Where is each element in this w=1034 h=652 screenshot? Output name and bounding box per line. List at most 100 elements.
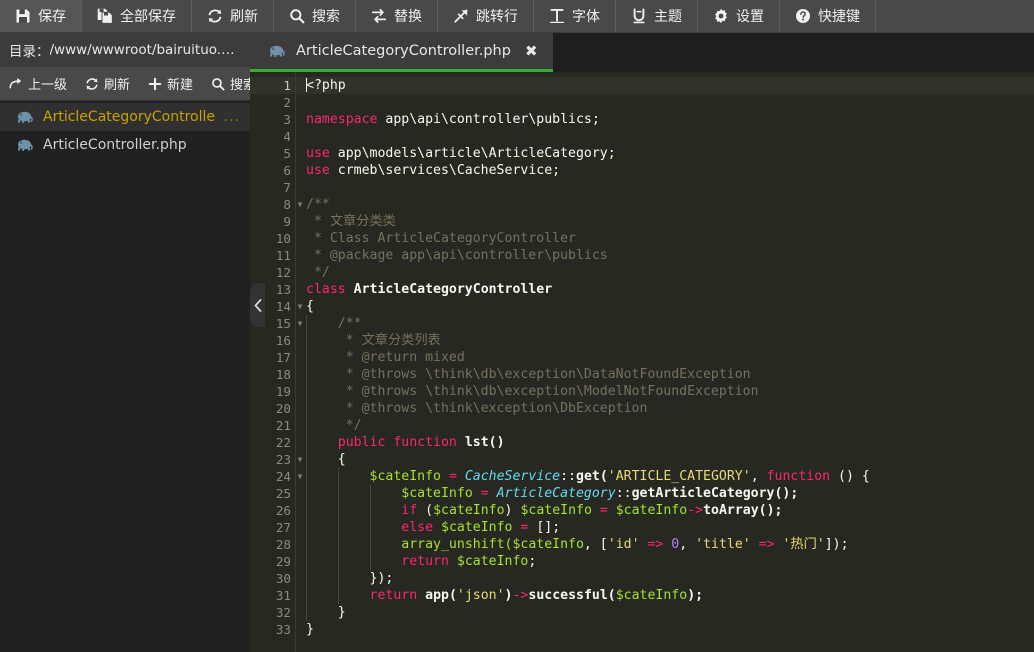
line-number: 17 — [275, 350, 291, 365]
file-more-menu[interactable]: ... — [216, 109, 240, 125]
php-elephant-icon — [16, 109, 34, 125]
code-token: ; — [528, 554, 537, 569]
toolbar-button-9[interactable]: 设置 — [698, 0, 780, 32]
code-token: :: — [615, 486, 632, 501]
code-token: public function — [337, 435, 457, 450]
code-line: <?php — [296, 77, 1034, 94]
toolbar-button-label: 快捷键 — [818, 9, 860, 25]
line-number: 19 — [275, 384, 291, 399]
code-line: $cateInfo = ArticleCategory::getArticleC… — [306, 485, 1034, 502]
code-token: ) — [504, 503, 521, 518]
toolbar-button-label: 刷新 — [230, 9, 258, 25]
toolbar-button-10[interactable]: 快捷键 — [780, 0, 876, 32]
sidebar-action-label: 刷新 — [104, 78, 131, 93]
line-number: 18 — [275, 367, 291, 382]
sidebar-collapse-handle[interactable] — [250, 283, 265, 327]
code-token: * @return mixed — [337, 350, 465, 365]
sidebar-action-label: 新建 — [167, 78, 194, 93]
code-token: => — [639, 537, 672, 552]
refresh-icon — [85, 77, 99, 91]
editor-tabbar: ArticleCategoryController.php ✖ — [250, 33, 1034, 72]
code-token: = — [441, 469, 465, 484]
code-token: $cateInfo — [441, 520, 513, 535]
code-token: * 文章分类列表 — [337, 333, 441, 348]
main-toolbar: 保存 全部保存 刷新 搜索 替换 跳转行 字体 主题 设置 快捷键 — [0, 0, 1034, 33]
line-number-gutter: 1 2 3 4 5 6 7 8 ▼ 9 10 11 12 13 14 ▼ 15 ▼ 16 17 18 19 20 21 22 23… — [250, 72, 303, 652]
code-line: return app('json')->successful($cateInfo… — [306, 587, 1034, 604]
file-name: ArticleController.php — [43, 137, 187, 153]
code-token: $cateInfo — [369, 469, 441, 484]
code-token: app\models\article\ArticleCategory; — [329, 146, 616, 161]
code-line: */ — [306, 417, 1034, 434]
code-token: toArray(); — [703, 503, 783, 518]
code-line: /** — [306, 196, 1034, 213]
code-line: }); — [306, 570, 1034, 587]
sidebar-action-1[interactable]: 上一级 — [0, 67, 76, 100]
file-list-item[interactable]: ArticleController.php — [0, 131, 250, 159]
line-number: 21 — [275, 418, 291, 433]
code-line: { — [306, 298, 1034, 315]
toolbar-button-8[interactable]: 主题 — [616, 0, 698, 32]
code-content[interactable]: <?php namespace app\api\controller\public… — [296, 72, 1034, 652]
code-token: app( — [425, 588, 457, 603]
directory-label: 目录： — [9, 44, 50, 60]
code-token: <?php — [306, 78, 346, 93]
code-token: /** — [306, 197, 330, 212]
code-token: { — [337, 452, 346, 467]
php-elephant-icon — [16, 137, 34, 153]
code-token: ); — [687, 588, 704, 603]
code-line: { — [306, 451, 1034, 468]
file-list-item[interactable]: ArticleCategoryControlle... — [0, 103, 250, 131]
code-token: 'id' — [607, 537, 640, 552]
code-token: :: — [560, 469, 576, 484]
toolbar-button-7[interactable]: 字体 — [534, 0, 616, 32]
close-icon[interactable]: ✖ — [521, 42, 539, 61]
code-token: => — [750, 537, 783, 552]
toolbar-button-5[interactable]: 替换 — [356, 0, 438, 32]
toolbar-button-label: 字体 — [572, 9, 600, 25]
code-token: , — [750, 469, 767, 484]
directory-path-value: /www/wwwroot/bairuituo.net/a... — [49, 42, 242, 58]
sidebar-action-bar: 上一级 刷新 新建 搜索 — [0, 67, 256, 101]
sidebar-action-2[interactable]: 刷新 — [76, 67, 139, 100]
toolbar-button-label: 替换 — [394, 9, 422, 25]
code-token: getArticleCategory(); — [631, 486, 799, 501]
line-number: 25 — [275, 486, 291, 501]
code-line: $cateInfo = CacheService::get('ARTICLE_C… — [306, 468, 1034, 485]
line-number: 2 — [283, 95, 291, 110]
goto-line-icon — [453, 8, 469, 24]
code-token: CacheService — [464, 469, 561, 484]
toolbar-button-6[interactable]: 跳转行 — [438, 0, 534, 32]
toolbar-button-4[interactable]: 搜索 — [274, 0, 356, 32]
code-token: ArticleCategoryController — [353, 282, 553, 297]
toolbar-button-3[interactable]: 刷新 — [192, 0, 274, 32]
code-line: */ — [306, 264, 1034, 281]
editor-tab[interactable]: ArticleCategoryController.php ✖ — [250, 33, 553, 72]
code-area[interactable]: 1 2 3 4 5 6 7 8 ▼ 9 10 11 12 13 14 ▼ 15 ▼ 16 17 18 19 20 21 22 23… — [250, 72, 1034, 652]
code-token: */ — [337, 418, 362, 433]
toolbar-button-2[interactable]: 全部保存 — [82, 0, 192, 32]
line-number: 26 — [275, 503, 291, 518]
line-number: 27 — [275, 520, 291, 535]
toolbar-button-label: 保存 — [38, 9, 66, 25]
code-token: = — [472, 486, 497, 501]
code-token: array_unshift( — [401, 537, 513, 552]
plus-icon — [148, 77, 162, 91]
toolbar-button-1[interactable]: 保存 — [0, 0, 82, 32]
line-number: 23 ▼ — [250, 451, 303, 468]
code-token: namespace — [306, 112, 378, 127]
code-token: -> — [687, 503, 704, 518]
code-token: ]); — [824, 537, 849, 552]
sidebar-action-3[interactable]: 新建 — [139, 67, 202, 100]
